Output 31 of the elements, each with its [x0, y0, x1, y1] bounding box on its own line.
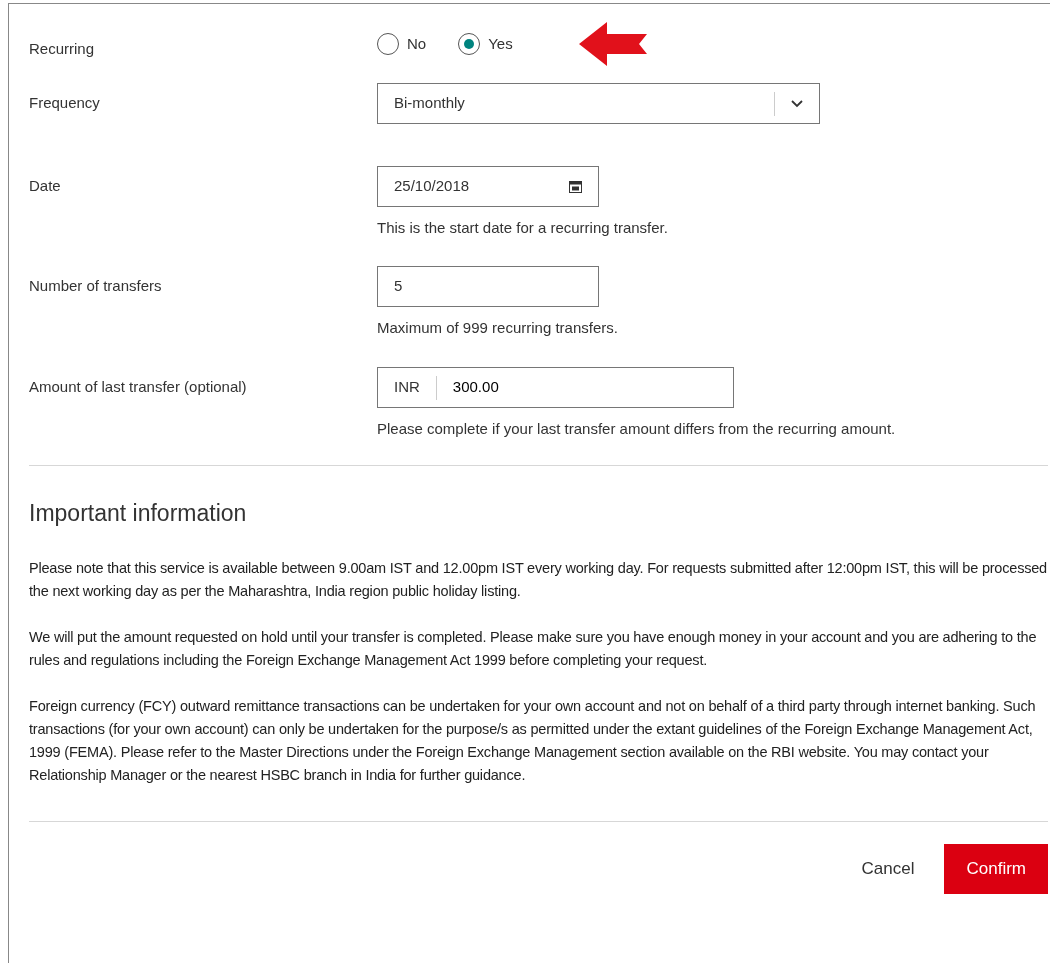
info-paragraph: Foreign currency (FCY) outward remittance transactions can be undertaken for your own account and not on behalf of a third party through internet banking. Such transactions (for your own account) can only be undertaken for the purpose/s as permitted under the extant guidelines of the Foreign Exchange Management Act, 1999 (FEMA). Please refer to the Master Directions under the Foreign Exchange Management section available on the RBI website. You may contact your Relationship Manager or the nearest HSBC branch in India for further guidance.	[29, 696, 1037, 785]
section-title: Important information	[29, 499, 248, 528]
field-label: Amount of last transfer (optional)	[29, 378, 247, 395]
radio-button[interactable]	[458, 33, 481, 55]
radio-button[interactable]	[377, 33, 399, 55]
help-text: Please complete if your last transfer amount differs from the recurring amount.	[377, 419, 897, 439]
field-value: 5	[394, 276, 403, 297]
number-field[interactable]: 5	[377, 266, 599, 307]
dropdown-value: Bi-monthly	[393, 93, 466, 114]
field-value: 300.00	[451, 377, 499, 398]
currency-code: INR	[393, 377, 421, 398]
calendar-icon	[569, 180, 582, 193]
frequency-dropdown[interactable]: Bi-monthly	[377, 83, 820, 124]
radio-option[interactable]: No	[377, 32, 427, 56]
radio-label: Yes	[488, 33, 513, 54]
field-label: Number of transfers	[29, 277, 162, 294]
date-value: 25/10/2018	[394, 176, 471, 197]
info-paragraph: We will put the amount requested on hold until your transfer is completed. Please make sure you have enough money in your account and you are adhering to the rules and regulations including the Foreign Exchange Management Act 1999 before completing your request.	[29, 627, 1038, 670]
cancel-button[interactable]: Cancel	[853, 843, 923, 894]
radio-option[interactable]: Yes	[458, 32, 513, 56]
date-field[interactable]: 25/10/2018	[377, 166, 599, 207]
help-text: This is the start date for a recurring transfer.	[377, 218, 669, 238]
field-label: Date	[29, 177, 61, 194]
info-paragraph: Please note that this service is available between 9.00am IST and 12.00pm IST every working day. For requests submitted after 12:00pm IST, this will be processed the next working day as per the Maharashtra, India region public holiday listing.	[29, 558, 1048, 601]
field-label: Frequency	[29, 94, 100, 111]
radio-label: No	[407, 33, 427, 54]
help-text: Maximum of 999 recurring transfers.	[377, 318, 619, 338]
field-label: Recurring	[29, 40, 95, 57]
chevron-down-icon	[791, 99, 803, 108]
amount-field[interactable]: INR 300.00	[377, 367, 734, 408]
confirm-button[interactable]: Confirm	[944, 843, 1048, 894]
